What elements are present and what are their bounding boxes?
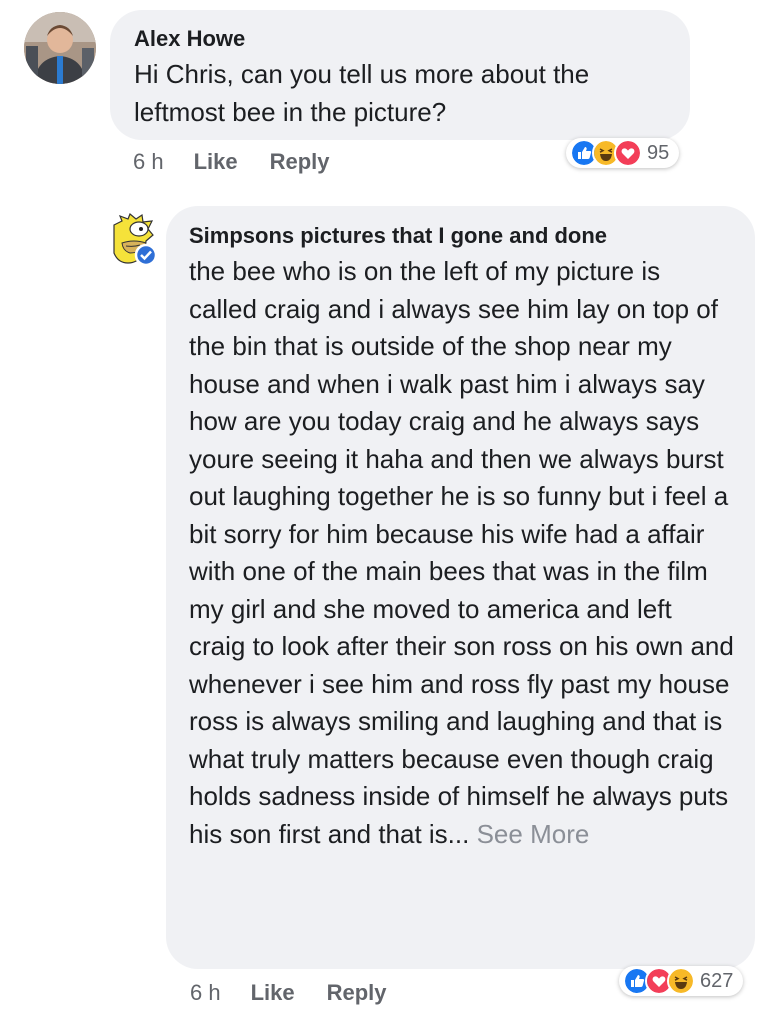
comment-text: Hi Chris, can you tell us more about the…: [134, 59, 590, 127]
reply-button[interactable]: Reply: [270, 149, 330, 175]
see-more-link[interactable]: See More: [477, 819, 590, 849]
haha-reaction-icon: [667, 967, 695, 995]
profile-photo-icon: [24, 12, 96, 84]
reaction-count: 627: [700, 969, 734, 992]
comment-actions: 6 h Like Reply: [190, 978, 419, 1008]
comment-bubble: Simpsons pictures that I gone and done t…: [166, 206, 755, 969]
reaction-summary[interactable]: 95: [566, 138, 680, 168]
reaction-summary[interactable]: 627: [619, 966, 744, 996]
love-reaction-icon: [614, 139, 642, 167]
comment-timestamp[interactable]: 6 h: [190, 980, 221, 1006]
comment-timestamp[interactable]: 6 h: [133, 149, 164, 175]
comment-author[interactable]: Simpsons pictures that I gone and done: [189, 222, 735, 250]
simpsons-face-icon: [113, 213, 158, 267]
comment-bubble: Alex Howe Hi Chris, can you tell us more…: [110, 10, 690, 140]
reaction-count: 95: [647, 141, 670, 164]
reply-button[interactable]: Reply: [327, 980, 387, 1006]
comment-text: the bee who is on the left of my picture…: [189, 253, 735, 853]
avatar[interactable]: [108, 213, 160, 267]
like-button[interactable]: Like: [194, 149, 238, 175]
like-button[interactable]: Like: [251, 980, 295, 1006]
comment-author[interactable]: Alex Howe: [134, 25, 666, 53]
comment-actions: 6 h Like Reply: [133, 147, 362, 177]
comment-text-content: the bee who is on the left of my picture…: [189, 256, 734, 849]
avatar[interactable]: [24, 12, 96, 84]
